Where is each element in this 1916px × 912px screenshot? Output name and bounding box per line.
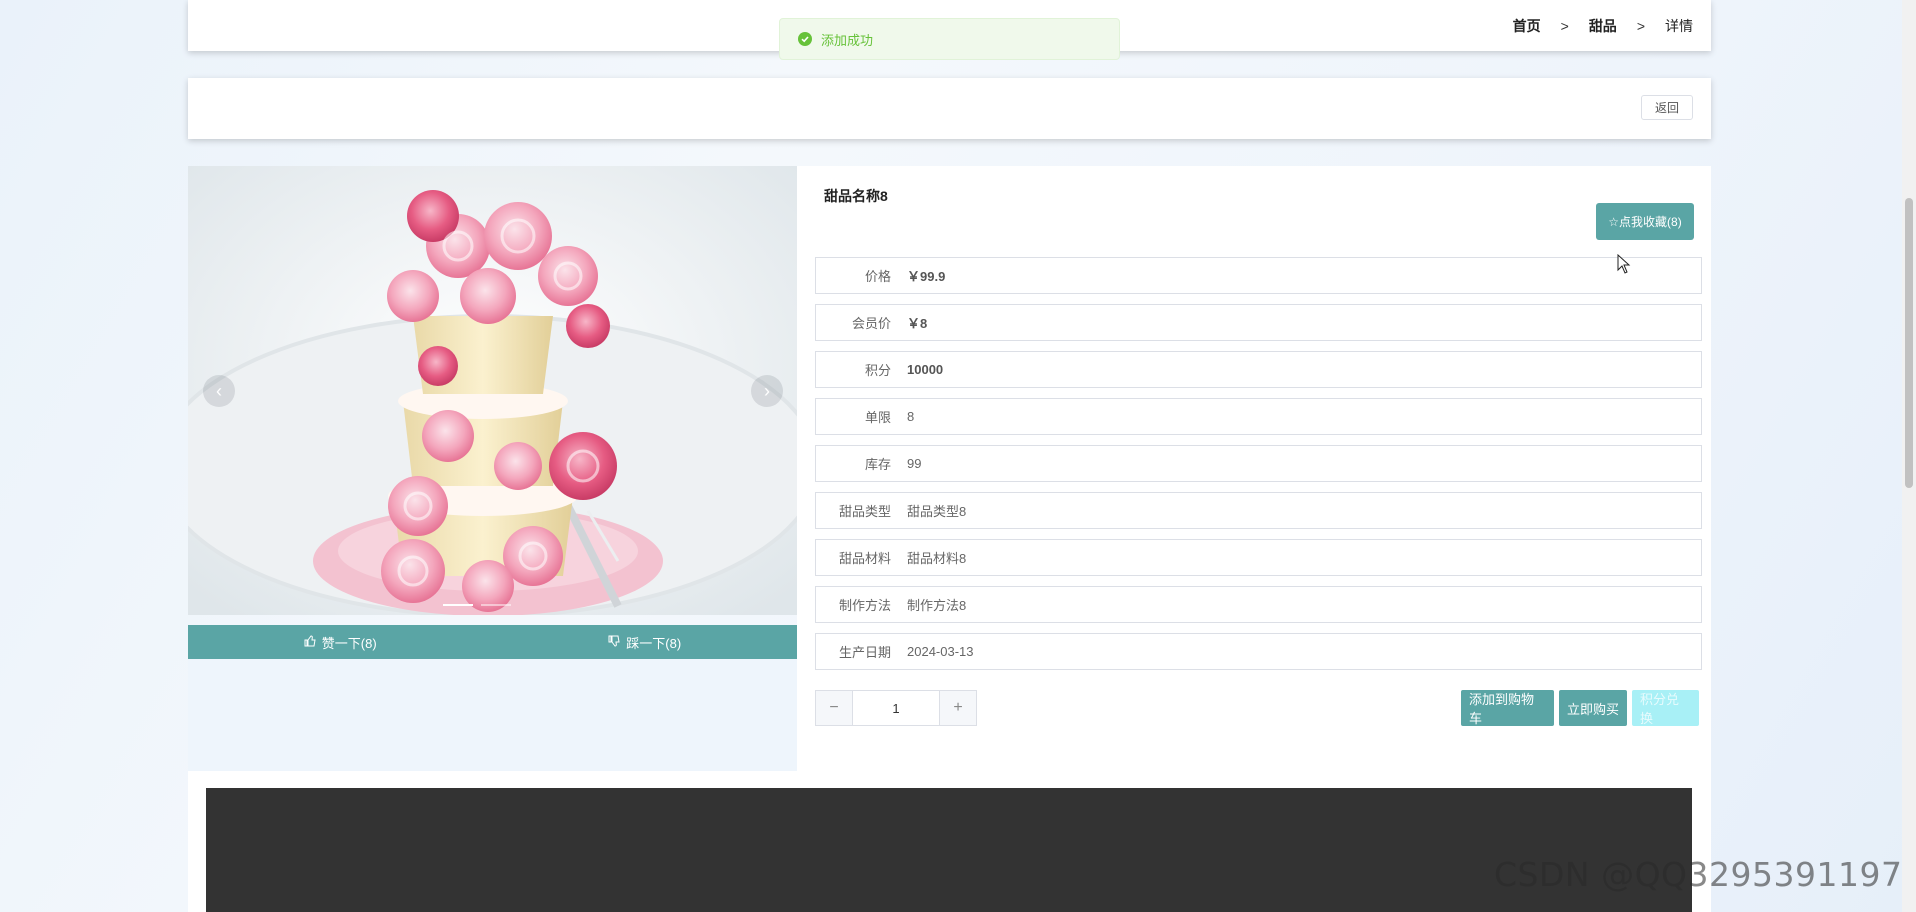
quantity-increase-button[interactable]: + xyxy=(939,691,976,725)
dislike-label: 踩一下(8) xyxy=(626,635,682,651)
scrollbar-thumb[interactable] xyxy=(1905,198,1913,488)
field-value: 制作方法8 xyxy=(907,598,967,613)
like-button[interactable]: 赞一下(8) xyxy=(188,625,493,659)
field-row-member-price: 会员价 ￥8 xyxy=(815,304,1702,341)
field-label: 制作方法 xyxy=(838,598,891,613)
field-value: 2024-03-13 xyxy=(907,644,974,659)
field-value: 甜品类型8 xyxy=(907,504,967,519)
product-title: 甜品名称8 xyxy=(824,188,888,204)
watermark-text: CSDN @QQ3295391197 xyxy=(1494,855,1903,894)
check-circle-icon xyxy=(798,32,812,46)
field-label: 单限 xyxy=(864,410,891,425)
field-row-method: 制作方法 制作方法8 xyxy=(815,586,1702,623)
product-info-panel: 甜品名称8 ☆点我收藏(8) 价格 ￥99.9 会员价 ￥8 积分 10000 … xyxy=(797,166,1711,771)
field-value: 甜品材料8 xyxy=(907,551,967,566)
field-row-points: 积分 10000 xyxy=(815,351,1702,388)
field-row-production-date: 生产日期 2024-03-13 xyxy=(815,633,1702,670)
field-value: ￥99.9 xyxy=(907,269,946,284)
purchase-actions: 添加到购物车 立即购买 积分兑换 xyxy=(1461,690,1699,726)
quantity-decrease-button[interactable]: − xyxy=(816,691,853,725)
field-row-stock: 库存 99 xyxy=(815,445,1702,482)
field-label: 甜品类型 xyxy=(838,504,891,519)
back-button[interactable]: 返回 xyxy=(1641,95,1693,120)
field-label: 会员价 xyxy=(851,316,891,331)
breadcrumb-category[interactable]: 甜品 xyxy=(1589,16,1617,36)
quantity-input[interactable]: 1 xyxy=(853,691,939,725)
chevron-left-icon: ‹ xyxy=(216,380,222,401)
field-row-type: 甜品类型 甜品类型8 xyxy=(815,492,1702,529)
dislike-button[interactable]: 踩一下(8) xyxy=(493,625,798,659)
carousel-next-button[interactable]: › xyxy=(751,375,783,407)
buy-now-button[interactable]: 立即购买 xyxy=(1559,690,1627,726)
thumbs-down-icon xyxy=(608,635,620,650)
like-label: 赞一下(8) xyxy=(321,635,377,651)
quantity-stepper: − 1 + xyxy=(815,690,977,726)
redeem-points-button[interactable]: 积分兑换 xyxy=(1632,690,1699,726)
carousel-indicators xyxy=(443,604,511,606)
favorite-button[interactable]: ☆点我收藏(8) xyxy=(1596,203,1694,240)
carousel-prev-button[interactable]: ‹ xyxy=(203,375,235,407)
field-row-price: 价格 ￥99.9 xyxy=(815,257,1702,294)
add-to-cart-button[interactable]: 添加到购物车 xyxy=(1461,690,1554,726)
product-image xyxy=(188,166,797,615)
field-row-limit: 单限 8 xyxy=(815,398,1702,435)
product-image-carousel[interactable] xyxy=(188,166,797,615)
page-scrollbar[interactable] xyxy=(1902,0,1916,912)
breadcrumb-home[interactable]: 首页 xyxy=(1513,16,1541,36)
action-bar: 返回 xyxy=(188,78,1711,139)
mouse-cursor-icon xyxy=(1617,254,1631,274)
detail-content-block xyxy=(206,788,1692,912)
breadcrumb-separator: > xyxy=(1560,18,1569,34)
field-row-material: 甜品材料 甜品材料8 xyxy=(815,539,1702,576)
field-label: 库存 xyxy=(864,457,891,472)
thumbs-up-icon xyxy=(304,634,316,650)
chevron-right-icon: › xyxy=(764,380,770,401)
breadcrumb-separator: > xyxy=(1636,18,1645,34)
field-value: 10000 xyxy=(907,362,944,377)
field-value: 99 xyxy=(907,456,922,471)
carousel-indicator[interactable] xyxy=(481,604,511,606)
field-label: 甜品材料 xyxy=(838,551,891,566)
vote-bar: 赞一下(8) 踩一下(8) xyxy=(188,625,797,659)
product-fields: 价格 ￥99.9 会员价 ￥8 积分 10000 单限 8 库存 99 甜品类型… xyxy=(815,257,1702,680)
carousel-indicator[interactable] xyxy=(443,604,473,606)
success-toast: 添加成功 xyxy=(779,18,1120,60)
breadcrumb-current: 详情 xyxy=(1665,18,1693,34)
field-label: 生产日期 xyxy=(838,645,891,660)
field-value: ￥8 xyxy=(907,316,928,331)
gallery-panel-background xyxy=(188,659,797,771)
field-label: 积分 xyxy=(864,363,891,378)
toast-message: 添加成功 xyxy=(821,32,874,48)
field-value: 8 xyxy=(907,409,915,424)
field-label: 价格 xyxy=(864,269,891,284)
breadcrumb: 首页 > 甜品 > 详情 xyxy=(1513,16,1693,36)
